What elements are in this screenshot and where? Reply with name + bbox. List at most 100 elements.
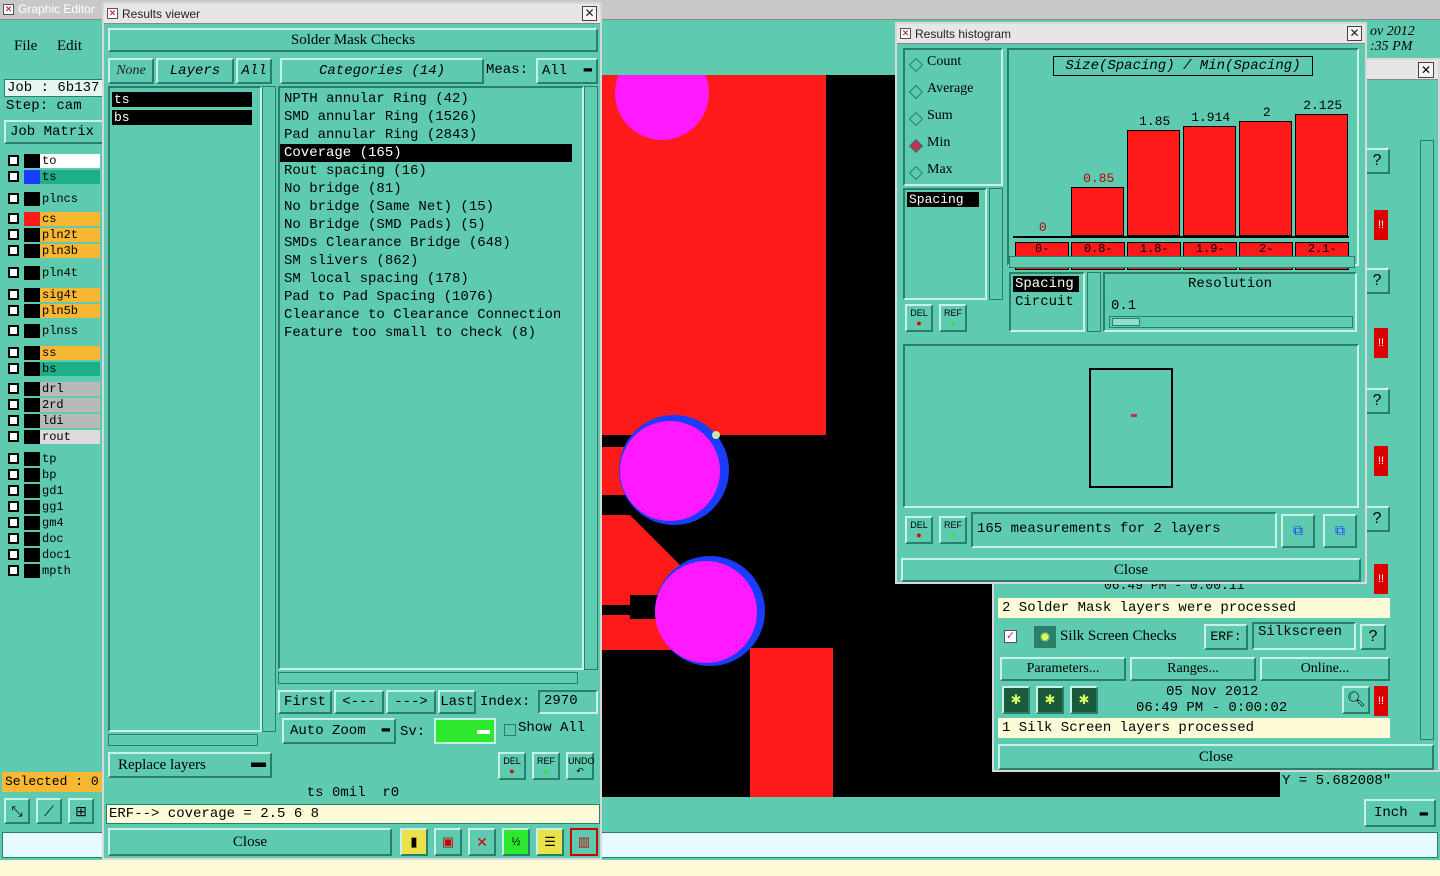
- layer-row-2rd[interactable]: 2rd: [6, 398, 100, 412]
- layer-checkbox[interactable]: [8, 193, 19, 204]
- erf-field[interactable]: Silkscreen: [1252, 622, 1356, 650]
- axis-item-circuit[interactable]: Circuit: [1013, 294, 1083, 310]
- layer-row-gd1[interactable]: gd1: [6, 484, 100, 498]
- layer-color-swatch[interactable]: [24, 192, 40, 206]
- checklist-close-icon[interactable]: ✕: [1418, 62, 1434, 78]
- histogram-bar[interactable]: [1071, 187, 1125, 236]
- category-item[interactable]: Clearance to Clearance Connection: [280, 306, 582, 324]
- next-button[interactable]: --->: [386, 690, 436, 714]
- chart-hscroll[interactable]: [1009, 256, 1355, 268]
- export-icon-1[interactable]: ⧉: [1281, 514, 1315, 548]
- hist-del-button-2[interactable]: DEL ●: [905, 516, 933, 544]
- layer-checkbox[interactable]: [8, 533, 19, 544]
- auto-zoom-select[interactable]: Auto Zoom ▬: [282, 718, 396, 744]
- category-item[interactable]: Pad annular Ring (2843): [280, 126, 582, 144]
- checklist-close-button[interactable]: Close: [998, 744, 1434, 770]
- layer-row-ldi[interactable]: ldi: [6, 414, 100, 428]
- layer-checkbox[interactable]: [8, 453, 19, 464]
- layer-color-swatch[interactable]: [24, 362, 40, 376]
- hist-ref-button[interactable]: REF ●: [939, 304, 967, 332]
- help-button-1[interactable]: ?: [1364, 148, 1390, 174]
- layer-color-swatch[interactable]: [24, 414, 40, 428]
- layer-checkbox[interactable]: [8, 325, 19, 336]
- axis-list[interactable]: Spacing Circuit: [1009, 272, 1085, 332]
- layer-row-pln5b[interactable]: pln5b: [6, 304, 100, 318]
- layer-row-gg1[interactable]: gg1: [6, 500, 100, 514]
- resolution-slider[interactable]: [1109, 316, 1353, 328]
- layer-row-gm4[interactable]: gm4: [6, 516, 100, 530]
- menu-file[interactable]: File: [14, 38, 37, 55]
- layer-checkbox[interactable]: [8, 229, 19, 240]
- layer-checkbox[interactable]: [8, 431, 19, 442]
- undo-button[interactable]: UNDO ↶: [566, 752, 595, 780]
- histogram-icon[interactable]: ▥: [570, 828, 598, 856]
- layer-row-ts[interactable]: ts: [6, 170, 100, 184]
- category-item[interactable]: Feature too small to check (8): [280, 324, 582, 342]
- close-icon[interactable]: ✕: [1347, 26, 1362, 41]
- category-item[interactable]: Pad to Pad Spacing (1076): [280, 288, 582, 306]
- layer-color-swatch[interactable]: [24, 532, 40, 546]
- meas-select[interactable]: All ▬: [536, 58, 598, 84]
- layer-row-pln3b[interactable]: pln3b: [6, 244, 100, 258]
- mode-radio-max[interactable]: [908, 165, 924, 181]
- layer-color-swatch[interactable]: [24, 304, 40, 318]
- layer-row-drl[interactable]: drl: [6, 382, 100, 396]
- category-item[interactable]: SM local spacing (178): [280, 270, 582, 288]
- none-button[interactable]: None: [108, 58, 154, 84]
- job-matrix-button[interactable]: Job Matrix: [4, 120, 104, 144]
- layers-button[interactable]: Layers: [156, 58, 234, 84]
- histogram-close-button[interactable]: Close: [901, 558, 1361, 582]
- layer-checkbox[interactable]: [8, 501, 19, 512]
- categories-button[interactable]: Categories (14): [280, 58, 484, 84]
- layer-color-swatch[interactable]: [24, 382, 40, 396]
- checklist-scrollbar[interactable]: [1420, 140, 1434, 740]
- layer-checkbox[interactable]: [8, 485, 19, 496]
- layer-color-swatch[interactable]: [24, 324, 40, 338]
- layer-checkbox[interactable]: [8, 565, 19, 576]
- silk-help-button[interactable]: ?: [1360, 624, 1386, 650]
- categories-list[interactable]: NPTH annular Ring (42) SMD annular Ring (…: [278, 86, 584, 670]
- sv-color-select[interactable]: ▬: [434, 718, 496, 744]
- grid-icon[interactable]: ⊞: [68, 798, 94, 824]
- layer-color-swatch[interactable]: [24, 430, 40, 444]
- alert-icon-1[interactable]: !!: [1374, 210, 1388, 240]
- layer-checkbox[interactable]: [8, 213, 19, 224]
- layer-checkbox[interactable]: [8, 549, 19, 560]
- run-icon-2[interactable]: ✱: [1036, 686, 1064, 714]
- measure-list[interactable]: Spacing: [903, 188, 987, 300]
- run-icon-3[interactable]: ✱: [1070, 686, 1098, 714]
- slider-thumb[interactable]: [1112, 318, 1140, 326]
- alert-icon-5[interactable]: !!: [1374, 686, 1388, 716]
- layer-list-hscroll[interactable]: [108, 734, 258, 746]
- category-item[interactable]: No bridge (81): [280, 180, 582, 198]
- run-icon-1[interactable]: ✱: [1002, 686, 1030, 714]
- category-item[interactable]: Coverage (165): [280, 144, 572, 162]
- measure-list-scroll[interactable]: [989, 188, 1003, 300]
- close-icon[interactable]: ✕: [582, 6, 597, 21]
- layer-color-swatch[interactable]: [24, 266, 40, 280]
- export-icon-2[interactable]: ⧉: [1323, 514, 1357, 548]
- help-button-2[interactable]: ?: [1364, 268, 1390, 294]
- zoom-icon[interactable]: 🔍︎: [1342, 686, 1370, 714]
- layer-results-list[interactable]: ts bs: [108, 86, 262, 732]
- toolbar-icon-5[interactable]: ☰: [536, 828, 564, 856]
- layer-row-cs[interactable]: cs: [6, 212, 100, 226]
- layer-checkbox[interactable]: [8, 383, 19, 394]
- layer-checkbox[interactable]: [8, 363, 19, 374]
- hist-del-button[interactable]: DEL ●: [905, 304, 933, 332]
- help-button-4[interactable]: ?: [1364, 506, 1390, 532]
- help-button-3[interactable]: ?: [1364, 388, 1390, 414]
- category-item[interactable]: No Bridge (SMD Pads) (5): [280, 216, 582, 234]
- layer-color-swatch[interactable]: [24, 288, 40, 302]
- layer-checkbox[interactable]: [8, 415, 19, 426]
- layer-checkbox[interactable]: [8, 245, 19, 256]
- resize-icon[interactable]: ⤡: [4, 798, 30, 824]
- layer-checkbox[interactable]: [8, 517, 19, 528]
- mode-label-min[interactable]: Min: [927, 135, 950, 151]
- layer-row-sig4t[interactable]: sig4t: [6, 288, 100, 302]
- prev-button[interactable]: <---: [334, 690, 384, 714]
- layer-row-mpth[interactable]: mpth: [6, 564, 100, 578]
- axis-list-scroll[interactable]: [1087, 272, 1101, 332]
- layer-result-bs[interactable]: bs: [112, 110, 252, 125]
- layer-color-swatch[interactable]: [24, 170, 40, 184]
